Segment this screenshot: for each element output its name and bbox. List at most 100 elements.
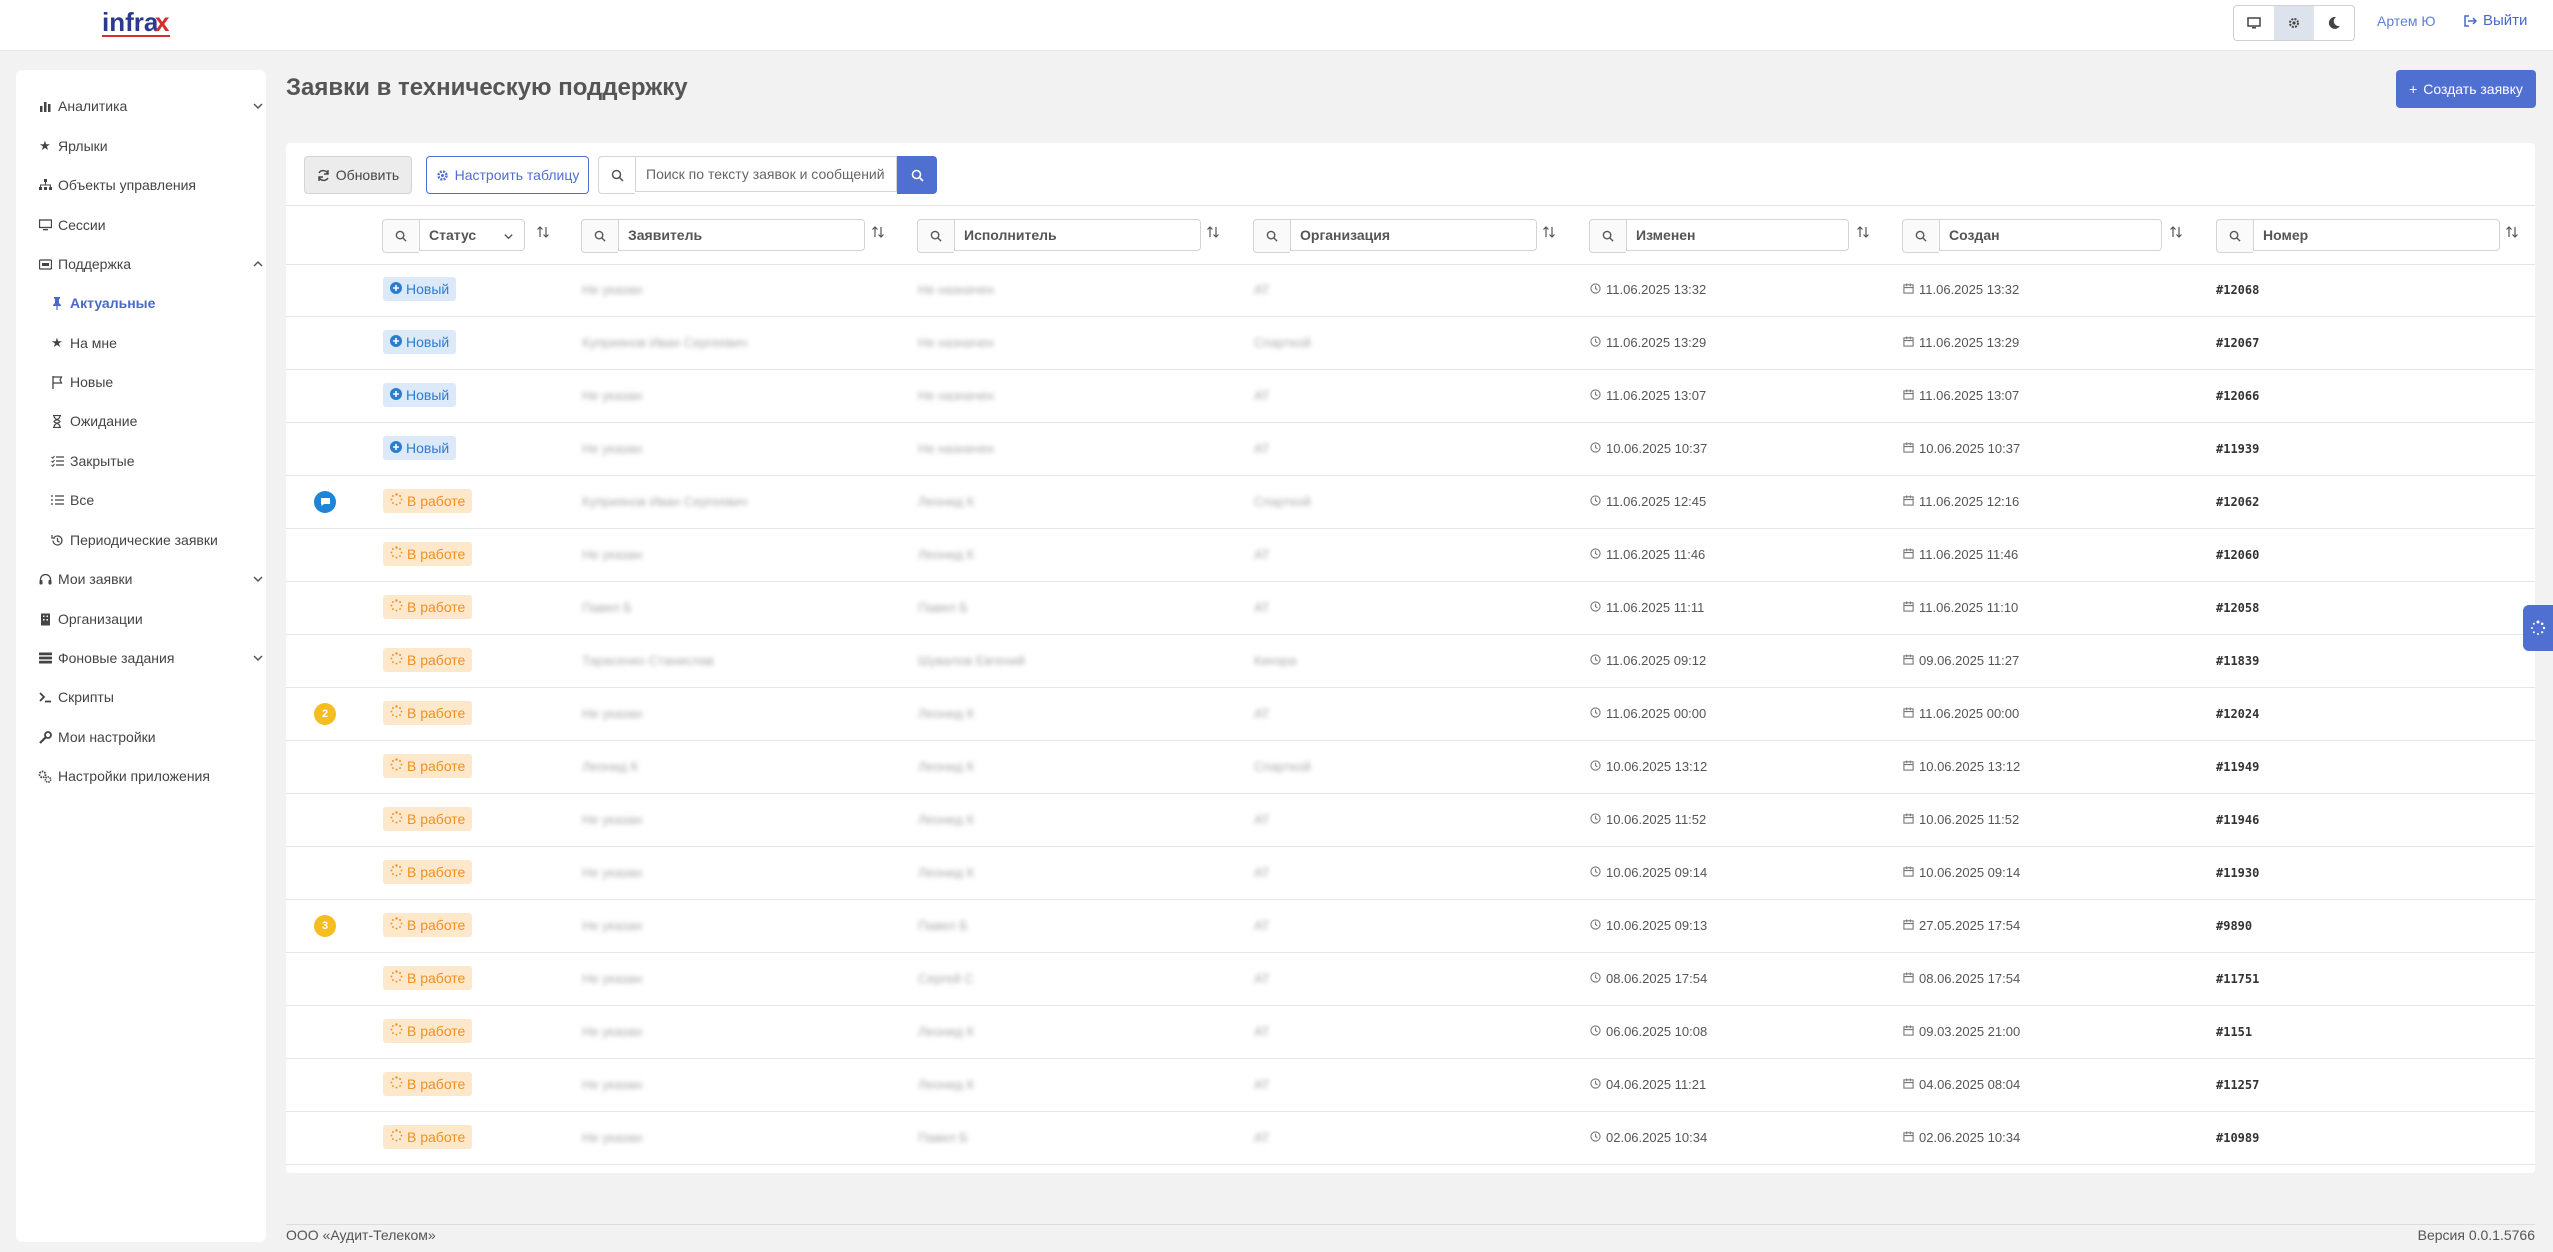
infrax-logo[interactable]: infra x bbox=[102, 3, 172, 43]
table-row[interactable]: В работе Павел Б Павел Б АТ 11.06.2025 11:11… bbox=[286, 581, 2535, 635]
applicant-cell[interactable]: Не указан bbox=[582, 1024, 642, 1039]
applicant-cell[interactable]: Не указан bbox=[582, 547, 642, 562]
sidebar-item-background-jobs[interactable]: Фоновые задания bbox=[16, 643, 288, 673]
sort-icon[interactable] bbox=[536, 225, 550, 244]
sort-icon[interactable] bbox=[1542, 225, 1556, 244]
sidebar-item-app-settings[interactable]: Настройки приложения bbox=[16, 761, 288, 791]
organization-cell[interactable]: АТ bbox=[1254, 706, 1270, 721]
applicant-cell[interactable]: Не указан bbox=[582, 1130, 642, 1145]
number-cell[interactable]: #12058 bbox=[2216, 601, 2259, 615]
number-cell[interactable]: #12060 bbox=[2216, 548, 2259, 562]
executor-cell[interactable]: Шувалов Евгений bbox=[918, 653, 1025, 668]
number-input[interactable]: Номер bbox=[2253, 219, 2500, 251]
sidebar-item-shortcuts[interactable]: ★ Ярлыки bbox=[16, 131, 288, 161]
sidebar-item-analytics[interactable]: Аналитика bbox=[16, 91, 288, 121]
number-cell[interactable]: #9890 bbox=[2216, 919, 2252, 933]
sort-icon[interactable] bbox=[2169, 225, 2183, 244]
executor-cell[interactable]: Леонид К bbox=[918, 706, 974, 721]
configure-table-button[interactable]: Настроить таблицу bbox=[426, 156, 589, 194]
sidebar-item-scripts[interactable]: Скрипты bbox=[16, 682, 288, 712]
table-row[interactable]: В работе Не указан Сергей С АТ 08.06.2025 17… bbox=[286, 952, 2535, 1006]
applicant-filter[interactable]: Заявитель bbox=[581, 219, 865, 253]
table-row[interactable]: В работе Не указан Леонид К АТ 10.06.2025 09… bbox=[286, 846, 2535, 900]
sidebar-item-sessions[interactable]: Сессии bbox=[16, 210, 288, 240]
desktop-mode-button[interactable] bbox=[2234, 6, 2274, 40]
table-row[interactable]: В работе Не указан Павел Б АТ 02.06.2025 10:… bbox=[286, 1111, 2535, 1165]
number-cell[interactable]: #11257 bbox=[2216, 1078, 2259, 1092]
organization-cell[interactable]: Спарткой bbox=[1254, 759, 1311, 774]
number-cell[interactable]: #10989 bbox=[2216, 1131, 2259, 1145]
sidebar-item-actual[interactable]: Актуальные bbox=[16, 288, 300, 318]
logout-button[interactable]: Выйти bbox=[2463, 12, 2527, 29]
table-row[interactable]: В работе Не указан Леонид К АТ 06.06.2025 10… bbox=[286, 1005, 2535, 1059]
number-cell[interactable]: #11939 bbox=[2216, 442, 2259, 456]
table-row[interactable]: Новый Не указан Не назначен АТ 11.06.2025 13… bbox=[286, 369, 2535, 423]
organization-cell[interactable]: АТ bbox=[1254, 282, 1270, 297]
created-filter[interactable]: Создан bbox=[1902, 219, 2162, 253]
table-row[interactable]: В работе Не указан Леонид К АТ 04.06.2025 11… bbox=[286, 1058, 2535, 1112]
executor-cell[interactable]: Сергей С bbox=[918, 971, 974, 986]
sidebar-item-managed-objects[interactable]: Объекты управления bbox=[16, 170, 288, 200]
organization-cell[interactable]: АТ bbox=[1254, 388, 1270, 403]
organization-cell[interactable]: АТ bbox=[1254, 1077, 1270, 1092]
executor-cell[interactable]: Леонид К bbox=[918, 812, 974, 827]
sidebar-item-support[interactable]: Поддержка bbox=[16, 249, 288, 279]
status-filter[interactable]: Статус bbox=[382, 219, 525, 253]
organization-cell[interactable]: АТ bbox=[1254, 812, 1270, 827]
applicant-cell[interactable]: Не указан bbox=[582, 282, 642, 297]
table-row[interactable]: В работе Леонид К Леонид К Спарткой 10.06.20… bbox=[286, 740, 2535, 794]
organization-filter[interactable]: Организация bbox=[1253, 219, 1537, 253]
applicant-cell[interactable]: Не указан bbox=[582, 441, 642, 456]
sidebar-item-all[interactable]: Все bbox=[16, 485, 300, 515]
organization-cell[interactable]: АТ bbox=[1254, 918, 1270, 933]
organization-cell[interactable]: АТ bbox=[1254, 1024, 1270, 1039]
executor-cell[interactable]: Леонид К bbox=[918, 1077, 974, 1092]
executor-input[interactable]: Исполнитель bbox=[954, 219, 1201, 251]
sidebar-item-waiting[interactable]: Ожидание bbox=[16, 406, 300, 436]
number-cell[interactable]: #11946 bbox=[2216, 813, 2259, 827]
executor-cell[interactable]: Не назначен bbox=[918, 388, 994, 403]
applicant-cell[interactable]: Не указан bbox=[582, 865, 642, 880]
modified-filter[interactable]: Изменен bbox=[1589, 219, 1849, 253]
user-profile-link[interactable]: Артем Ю bbox=[2377, 13, 2436, 29]
executor-cell[interactable]: Павел Б bbox=[918, 918, 968, 933]
system-mode-button[interactable] bbox=[2274, 6, 2314, 40]
applicant-cell[interactable]: Не указан bbox=[582, 918, 642, 933]
executor-cell[interactable]: Леонид К bbox=[918, 759, 974, 774]
search-input[interactable] bbox=[635, 156, 897, 192]
sidebar-item-assigned-to-me[interactable]: ★ На мне bbox=[16, 328, 300, 358]
applicant-cell[interactable]: Тарасенко Станислав bbox=[582, 653, 714, 668]
create-request-button[interactable]: + Создать заявку bbox=[2396, 70, 2536, 108]
applicant-cell[interactable]: Не указан bbox=[582, 1077, 642, 1092]
organization-cell[interactable]: АТ bbox=[1254, 1130, 1270, 1145]
organization-cell[interactable]: АТ bbox=[1254, 865, 1270, 880]
applicant-cell[interactable]: Не указан bbox=[582, 812, 642, 827]
table-row[interactable]: 2 В работе Не указан Леонид К АТ 11.06.2025 0… bbox=[286, 687, 2535, 741]
number-cell[interactable]: #12024 bbox=[2216, 707, 2259, 721]
table-row[interactable]: В работе Не указан Леонид К АТ 10.06.2025 11… bbox=[286, 793, 2535, 847]
table-row[interactable]: Новый Куприянов Иван Сергеевич Не назначен… bbox=[286, 316, 2535, 370]
number-filter[interactable]: Номер bbox=[2216, 219, 2500, 253]
table-row[interactable]: В работе Тарасенко Станислав Шувалов Евген… bbox=[286, 634, 2535, 688]
executor-cell[interactable]: Не назначен bbox=[918, 335, 994, 350]
sidebar-item-periodic[interactable]: Периодические заявки bbox=[16, 525, 300, 555]
applicant-cell[interactable]: Не указан bbox=[582, 388, 642, 403]
executor-filter[interactable]: Исполнитель bbox=[917, 219, 1201, 253]
sidebar-item-my-settings[interactable]: Мои настройки bbox=[16, 722, 288, 752]
executor-cell[interactable]: Не назначен bbox=[918, 282, 994, 297]
created-input[interactable]: Создан bbox=[1939, 219, 2162, 251]
number-cell[interactable]: #12068 bbox=[2216, 283, 2259, 297]
executor-cell[interactable]: Леонид К bbox=[918, 547, 974, 562]
table-row[interactable]: В работе Не указан Леонид К АТ 11.06.2025 11… bbox=[286, 528, 2535, 582]
executor-cell[interactable]: Павел Б bbox=[918, 600, 968, 615]
table-row[interactable]: Новый Не указан Не назначен АТ 10.06.2025 10… bbox=[286, 422, 2535, 476]
modified-input[interactable]: Изменен bbox=[1626, 219, 1849, 251]
number-cell[interactable]: #12067 bbox=[2216, 336, 2259, 350]
number-cell[interactable]: #11751 bbox=[2216, 972, 2259, 986]
sort-icon[interactable] bbox=[2505, 225, 2519, 244]
number-cell[interactable]: #11930 bbox=[2216, 866, 2259, 880]
number-cell[interactable]: #11839 bbox=[2216, 654, 2259, 668]
applicant-cell[interactable]: Павел Б bbox=[582, 600, 632, 615]
sidebar-item-organizations[interactable]: Организации bbox=[16, 604, 288, 634]
sort-icon[interactable] bbox=[1856, 225, 1870, 244]
